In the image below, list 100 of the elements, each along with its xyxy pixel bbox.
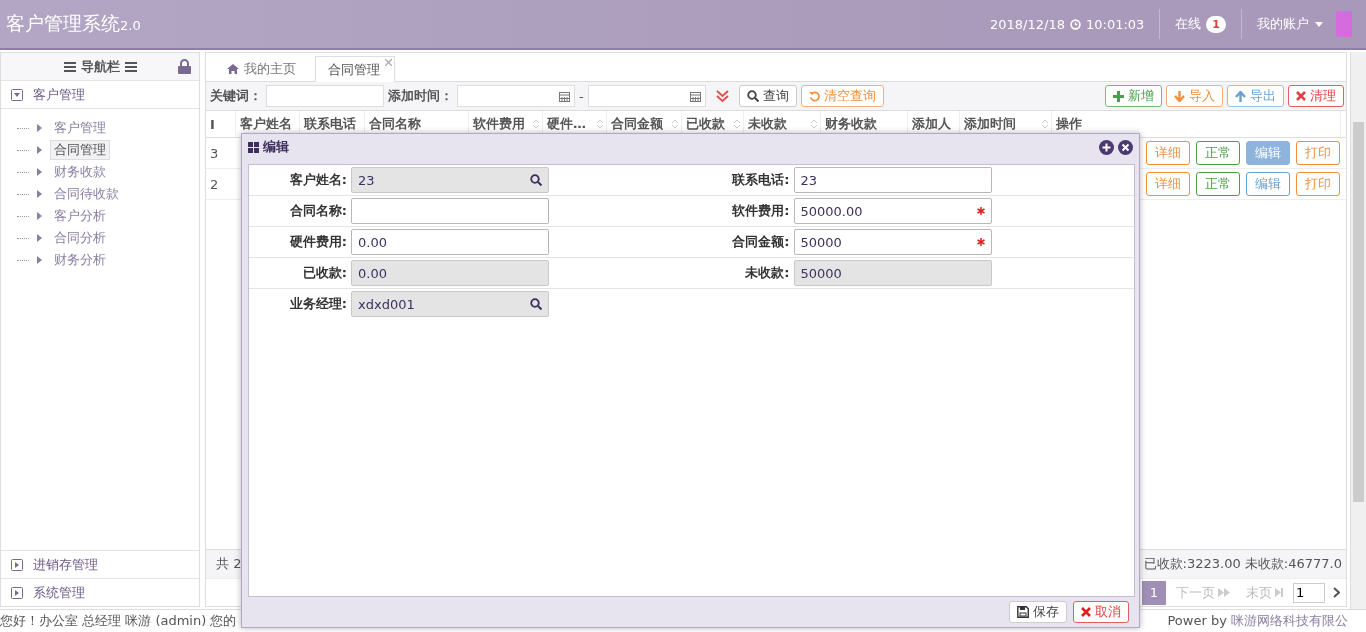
menu-icon	[63, 61, 76, 72]
expand-arrow-icon	[37, 168, 42, 176]
double-chevron-down-icon[interactable]	[715, 89, 729, 103]
input-field[interactable]: 0.00	[351, 260, 549, 286]
date-text: 2018/12/18	[990, 16, 1065, 32]
home-icon	[227, 64, 239, 74]
input-field[interactable]: 50000	[793, 260, 992, 286]
keyword-label: 关键词：	[210, 87, 262, 105]
close-icon[interactable]	[1118, 139, 1133, 155]
dialog-title: 编辑	[263, 138, 289, 156]
search-icon	[530, 298, 542, 310]
expand-arrow-icon	[37, 256, 42, 264]
lock-icon[interactable]	[178, 59, 191, 74]
field-label: 硬件费用:	[288, 233, 348, 251]
calendar-icon	[559, 90, 570, 102]
sidebar-item[interactable]: 合同分析	[50, 228, 110, 248]
start-date-field[interactable]	[457, 85, 575, 107]
last-page-icon	[1275, 588, 1283, 597]
tab[interactable]: 我的主页	[214, 56, 311, 81]
chevron-right-icon[interactable]	[1333, 587, 1340, 598]
toggle-icon	[11, 586, 23, 599]
sort-icon	[597, 119, 603, 129]
expand-arrow-icon	[37, 190, 42, 198]
down-arrow-icon	[1174, 90, 1185, 102]
search-button[interactable]: 查询	[738, 85, 797, 107]
keyword-field[interactable]	[266, 85, 384, 107]
search-icon	[530, 174, 542, 186]
calendar-icon	[689, 90, 701, 102]
sidebar-section-header[interactable]: 进销存管理	[1, 551, 199, 579]
cancel-button[interactable]: 取消	[1073, 601, 1129, 623]
reset-icon	[808, 90, 820, 102]
menu-icon	[124, 61, 137, 72]
page-number-field[interactable]: 1	[1293, 582, 1325, 603]
end-date-field[interactable]	[587, 85, 706, 107]
input-field[interactable]: 50000	[793, 229, 992, 255]
date-separator: -	[579, 88, 584, 104]
expand-arrow-icon	[37, 146, 42, 154]
toggle-icon	[11, 88, 23, 101]
date-label: 添加时间：	[388, 87, 453, 105]
field-label: 客户姓名:	[288, 171, 348, 189]
x-icon	[1081, 607, 1091, 617]
toggle-icon	[11, 558, 23, 571]
toolbar-button[interactable]: 新增	[1105, 85, 1162, 107]
field-label: 合同金额:	[731, 233, 791, 251]
lookup-field[interactable]: 23	[351, 167, 549, 193]
field-label: 未收款:	[744, 264, 791, 282]
sidebar-item[interactable]: 客户管理	[50, 118, 110, 138]
maximize-icon[interactable]	[1099, 139, 1114, 155]
clock-icon	[1069, 18, 1081, 30]
time-text: 10:01:03	[1085, 16, 1145, 32]
input-field[interactable]: 50000.00	[793, 198, 992, 224]
sort-icon	[734, 119, 740, 129]
online-label: 在线	[1175, 15, 1202, 33]
sidebar-item[interactable]: 合同管理	[50, 140, 110, 160]
required-asterisk-icon	[976, 207, 985, 215]
row-action-button[interactable]: 正常	[1196, 141, 1240, 165]
x-icon	[1296, 91, 1306, 101]
input-field[interactable]: 23	[793, 167, 992, 193]
powered-by-text: Power by 咪游网络科技有限公	[1167, 612, 1348, 630]
payment-summary: 已收款:3223.00 未收款:46777.0	[1143, 555, 1342, 573]
up-arrow-icon	[1235, 90, 1246, 102]
sidebar-section-header[interactable]: 系统管理	[1, 579, 199, 606]
online-count-badge: 1	[1206, 15, 1226, 33]
sidebar-item[interactable]: 合同待收款	[50, 184, 123, 204]
input-field[interactable]: 0.00	[351, 229, 549, 255]
grid-icon	[248, 141, 259, 153]
table-cell-text: 2	[209, 176, 220, 192]
search-icon	[746, 90, 759, 102]
sidebar-section-header[interactable]: 客户管理	[1, 81, 199, 109]
toolbar-button[interactable]: 清理	[1288, 85, 1344, 107]
field-label: 业务经理:	[288, 295, 348, 313]
sidebar-item[interactable]: 财务收款	[50, 162, 110, 182]
app-title: 客户管理系统	[6, 11, 120, 36]
required-asterisk-icon	[976, 238, 985, 246]
company-link[interactable]: 咪游网络科技有限公	[1231, 613, 1348, 628]
table-cell-text: 3	[209, 145, 220, 161]
total-text: 共 2	[216, 555, 242, 573]
double-arrow-right-icon	[1218, 588, 1230, 597]
field-label: 合同名称:	[288, 202, 348, 220]
expand-arrow-icon	[37, 124, 42, 132]
sort-icon	[672, 119, 678, 129]
field-label: 已收款:	[301, 264, 348, 282]
expand-arrow-icon	[37, 234, 42, 242]
sidebar-title: 导航栏	[80, 57, 120, 76]
row-action-button[interactable]: 正常	[1196, 172, 1240, 196]
input-field[interactable]	[351, 198, 549, 224]
welcome-text: 您好！办公室 总经理 咪游 (admin) 您的	[0, 612, 237, 630]
field-label: 联系电话:	[731, 171, 791, 189]
expand-arrow-icon	[37, 212, 42, 220]
sidebar-item[interactable]: 客户分析	[50, 206, 110, 226]
sidebar-item[interactable]: 财务分析	[50, 250, 110, 270]
field-label: 软件费用:	[731, 202, 791, 220]
lookup-field[interactable]: xdxd001	[351, 291, 549, 317]
scrollbar[interactable]	[1350, 52, 1366, 609]
plus-icon	[1113, 90, 1124, 102]
sort-icon	[533, 119, 539, 129]
tab[interactable]: 合同管理	[315, 56, 395, 82]
save-button[interactable]: 保存	[1009, 601, 1067, 623]
column-header[interactable]: I	[206, 111, 236, 137]
sort-icon	[1042, 119, 1048, 129]
